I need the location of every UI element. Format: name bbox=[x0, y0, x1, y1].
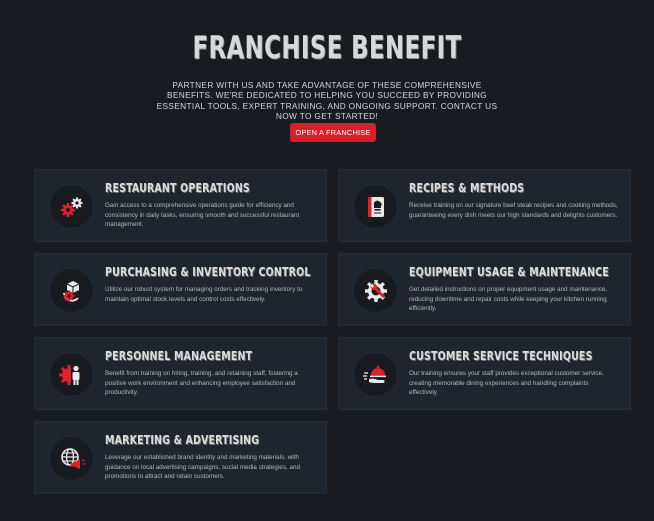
gears-icon bbox=[50, 185, 93, 228]
benefit-title: RECIPES & METHODS bbox=[409, 180, 525, 195]
benefit-title: PURCHASING & INVENTORY CONTROL bbox=[105, 264, 311, 279]
recipe-book-icon bbox=[354, 185, 397, 228]
benefit-card-customer-service: CUSTOMER SERVICE TECHNIQUES Our training… bbox=[338, 337, 631, 410]
benefit-card-personnel-management: PERSONNEL MANAGEMENT Benefit from traini… bbox=[34, 337, 327, 410]
benefit-title: PERSONNEL MANAGEMENT bbox=[105, 348, 253, 363]
benefit-description: Leverage our established brand identity … bbox=[105, 454, 300, 481]
personnel-gear-icon bbox=[50, 353, 93, 396]
page-subtitle: PARTNER WITH US AND TAKE ADVANTAGE OF TH… bbox=[156, 80, 498, 122]
wrench-gear-icon bbox=[354, 269, 397, 312]
page-title: FRANCHISE BENEFIT bbox=[192, 30, 462, 66]
benefit-card-recipes-methods: RECIPES & METHODS Receive training on ou… bbox=[338, 169, 631, 242]
benefit-card-restaurant-operations: RESTAURANT OPERATIONS Gain access to a c… bbox=[34, 169, 327, 242]
service-cloche-icon bbox=[354, 353, 397, 396]
benefit-title: MARKETING & ADVERTISING bbox=[105, 432, 260, 447]
benefit-card-purchasing-inventory: PURCHASING & INVENTORY CONTROL Utilize o… bbox=[34, 253, 327, 326]
benefit-title: RESTAURANT OPERATIONS bbox=[105, 180, 250, 195]
globe-megaphone-icon bbox=[50, 437, 93, 480]
benefit-title: EQUIPMENT USAGE & MAINTENANCE bbox=[409, 264, 609, 279]
open-franchise-button[interactable]: OPEN A FRANCHISE bbox=[290, 123, 376, 142]
benefit-description: Our training ensures your staff provides… bbox=[409, 370, 604, 397]
benefit-card-equipment-maintenance: EQUIPMENT USAGE & MAINTENANCE Get detail… bbox=[338, 253, 631, 326]
benefit-card-marketing-advertising: MARKETING & ADVERTISING Leverage our est… bbox=[34, 421, 327, 494]
benefit-description: Benefit from training on hiring, trainin… bbox=[105, 370, 298, 397]
benefit-description: Utilize our robust system for managing o… bbox=[105, 286, 303, 303]
benefit-description: Receive training on our signature beef s… bbox=[409, 202, 618, 219]
inventory-icon bbox=[50, 269, 93, 312]
benefit-description: Gain access to a comprehensive operation… bbox=[105, 202, 300, 229]
benefit-description: Get detailed instructions on proper equi… bbox=[409, 286, 608, 313]
benefit-title: CUSTOMER SERVICE TECHNIQUES bbox=[409, 348, 593, 363]
